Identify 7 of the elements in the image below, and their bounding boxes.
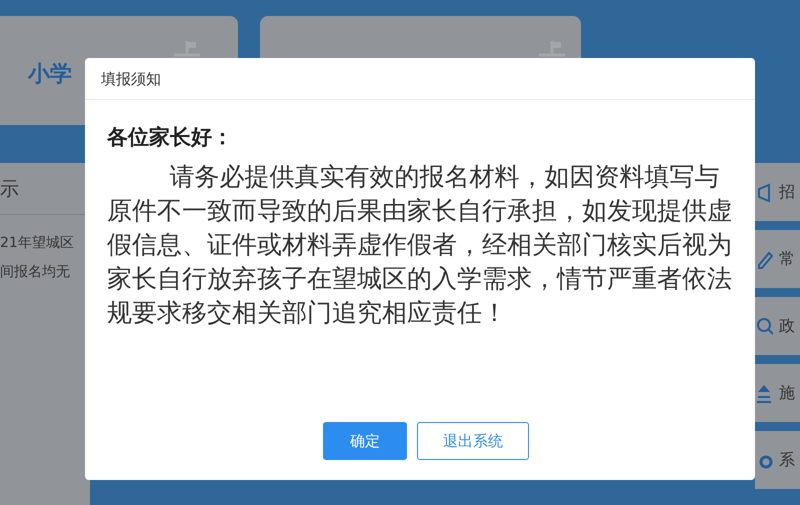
dialog-title: 填报须知 <box>101 70 161 88</box>
panel-heading: 示 <box>0 178 19 200</box>
notice-message: 请务必提供真实有效的报名材料，如因资料填写与原件不一致而导致的后果由家长自行承担，如发现提供虚假信息、证件或材料弄虚作假者，经相关部门核实后视为家长自行放弃孩子在望城区的入学需求，情节严重者依法规要求移交相关部门追究相应责任！ <box>107 160 733 328</box>
card-title: 小学 <box>28 61 72 89</box>
notice-text: 间报名均无 <box>0 263 71 282</box>
greeting-text: 各位家长好： <box>107 124 234 151</box>
notice-text: 21年望城区 <box>0 234 75 253</box>
